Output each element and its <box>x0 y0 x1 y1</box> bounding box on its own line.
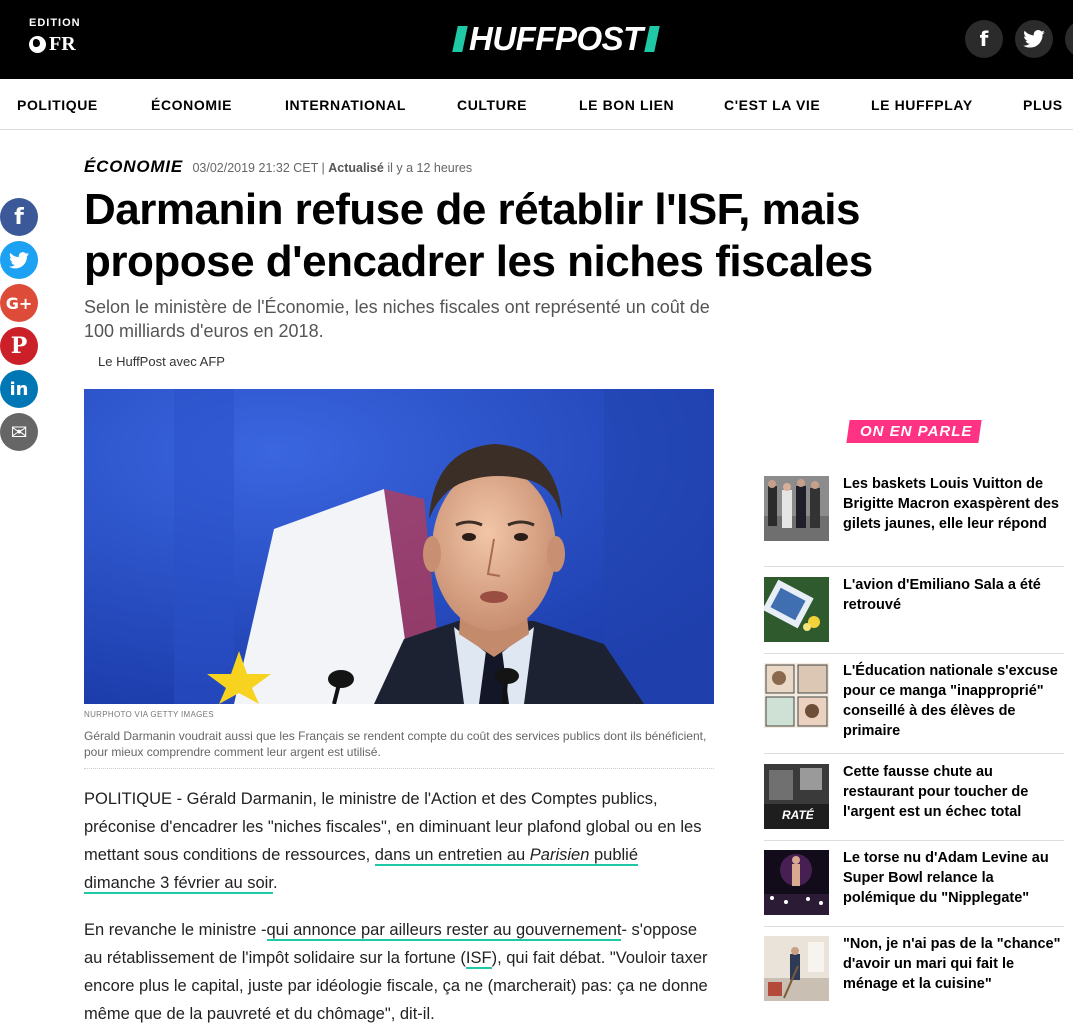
rail-item[interactable]: Le torse nu d'Adam Levine au Super Bowl … <box>764 850 1064 927</box>
rail-item[interactable]: "Non, je n'ai pas de la "chance" d'avoir… <box>764 936 1064 1006</box>
rail-item[interactable]: Les baskets Louis Vuitton de Brigitte Ma… <box>764 476 1064 567</box>
nav-item-le-bon-lien[interactable]: LE BON LIEN <box>579 97 674 113</box>
isf-link[interactable]: ISF <box>465 949 492 969</box>
logo-bar-right <box>644 26 660 52</box>
twitter-icon <box>9 251 29 268</box>
google-plus-icon: G+ <box>5 293 33 313</box>
rail-item-title: Cette fausse chute au restaurant pour to… <box>843 764 1029 820</box>
image-caption: Gérald Darmanin voudrait aussi que les F… <box>84 728 714 769</box>
share-twitter-button[interactable] <box>0 241 38 279</box>
edition-label: EDITION <box>29 17 81 29</box>
rester-gouvernement-link[interactable]: qui annonce par ailleurs rester au gouve… <box>266 921 622 941</box>
twitter-follow-button[interactable] <box>1015 20 1053 58</box>
article-paragraph-2: En revanche le ministre -qui annonce par… <box>84 916 714 1028</box>
on-en-parle-heading: ON EN PARLE <box>846 420 983 443</box>
edition-selector[interactable]: EDITION FR <box>29 17 81 56</box>
nav-item-cest-la-vie[interactable]: C'EST LA VIE <box>724 97 820 113</box>
top-header: EDITION FR HUFFPOST f <box>0 0 1073 79</box>
share-facebook-button[interactable]: f <box>0 198 38 236</box>
rail-thumbnail: RATÉ <box>764 764 829 829</box>
hero-photo <box>84 389 714 704</box>
updated-label: Actualisé <box>328 161 384 175</box>
section-link[interactable]: ÉCONOMIE <box>84 157 183 176</box>
rate-badge: RATÉ <box>782 808 814 822</box>
facebook-icon: f <box>979 27 989 51</box>
rail-item-title: Les baskets Louis Vuitton de Brigitte Ma… <box>843 476 1059 532</box>
meta-separator: | <box>321 161 325 175</box>
rail-heading-text: ON EN PARLE <box>860 423 973 440</box>
linkedin-icon: in <box>9 378 29 400</box>
article-dek: Selon le ministère de l'Économie, les ni… <box>84 297 710 341</box>
rail-item-title: "Non, je n'ai pas de la "chance" d'avoir… <box>843 936 1061 992</box>
share-pinterest-button[interactable]: P <box>0 327 38 365</box>
rail-thumbnail <box>764 577 829 642</box>
publish-date: 03/02/2019 21:32 CET <box>192 161 319 175</box>
paragraph-text: En revanche le ministre - <box>84 921 267 939</box>
rail-thumbnail <box>764 476 829 541</box>
byline: Le HuffPost avec AFP <box>98 354 225 369</box>
facebook-icon: f <box>14 204 24 230</box>
rail-thumbnail <box>764 936 829 1001</box>
main-nav: POLITIQUE ÉCONOMIE INTERNATIONAL CULTURE… <box>0 79 1073 130</box>
link-text: dans un entretien au <box>374 846 530 864</box>
logo-text: HUFFPOST <box>469 20 643 57</box>
share-email-button[interactable]: ✉ <box>0 413 38 451</box>
nav-item-le-huffplay[interactable]: LE HUFFPLAY <box>871 97 973 113</box>
nav-item-plus[interactable]: PLUS <box>1023 97 1063 113</box>
updated-ago: il y a 12 heures <box>387 161 473 175</box>
article-headline: Darmanin refuse de rétablir l'ISF, mais … <box>84 185 873 286</box>
image-credit: NURPHOTO VIA GETTY IMAGES <box>84 710 214 719</box>
rail-item-title: Le torse nu d'Adam Levine au Super Bowl … <box>843 850 1049 906</box>
more-social-button[interactable] <box>1065 20 1073 58</box>
edition-code: FR <box>49 33 76 55</box>
twitter-icon <box>1023 30 1045 48</box>
rail-item[interactable]: L'Éducation nationale s'excuse pour ce m… <box>764 663 1064 754</box>
rail-item[interactable]: RATÉ Cette fausse chute au restaurant po… <box>764 764 1064 841</box>
logo-bar-left <box>452 26 468 52</box>
rail-thumbnail <box>764 850 829 915</box>
paragraph-text: . <box>272 874 278 892</box>
nav-item-culture[interactable]: CULTURE <box>457 97 527 113</box>
facebook-follow-button[interactable]: f <box>965 20 1003 58</box>
rail-thumbnail <box>764 663 829 728</box>
email-icon: ✉ <box>10 420 28 444</box>
article-paragraph-1: POLITIQUE - Gérald Darmanin, le ministre… <box>84 785 714 897</box>
nav-item-international[interactable]: INTERNATIONAL <box>285 97 406 113</box>
huffpost-logo[interactable]: HUFFPOST <box>452 20 660 57</box>
globe-icon <box>29 36 46 53</box>
article-meta: ÉCONOMIE 03/02/2019 21:32 CET | Actualis… <box>84 157 472 177</box>
rail-item-title: L'avion d'Emiliano Sala a été retrouvé <box>843 577 1041 613</box>
share-linkedin-button[interactable]: in <box>0 370 38 408</box>
nav-item-politique[interactable]: POLITIQUE <box>17 97 98 113</box>
rail-item[interactable]: L'avion d'Emiliano Sala a été retrouvé <box>764 577 1064 654</box>
pinterest-icon: P <box>10 333 28 359</box>
nav-item-economie[interactable]: ÉCONOMIE <box>151 97 232 113</box>
hero-image[interactable] <box>84 389 714 704</box>
share-google-plus-button[interactable]: G+ <box>0 284 38 322</box>
rail-item-title: L'Éducation nationale s'excuse pour ce m… <box>843 663 1058 739</box>
link-text-em: Parisien <box>529 846 590 864</box>
